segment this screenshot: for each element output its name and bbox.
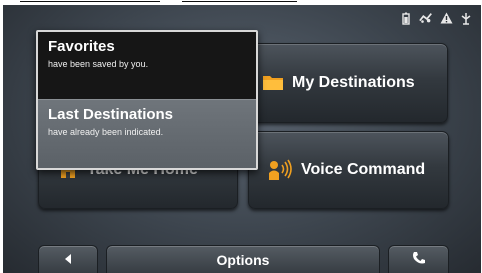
favorites-subtitle: have been saved by you. [48,59,149,69]
voice-command-label: Voice Command [301,161,426,178]
status-bar [399,9,473,27]
phone-icon [411,250,427,269]
options-label: Options [216,251,270,268]
last-destinations-option[interactable]: Last Destinations have already been indi… [38,99,256,168]
battery-icon [399,11,413,25]
back-button[interactable] [38,245,98,273]
last-destinations-title: Last Destinations [48,106,174,123]
voice-icon [267,159,293,181]
last-destinations-subtitle: have already been indicated. [48,127,164,137]
favorites-title: Favorites [48,38,115,55]
voice-command-button[interactable]: Voice Command [248,131,449,209]
alert-icon [439,11,453,25]
folder-icon [262,72,284,94]
antenna-icon [459,11,473,25]
my-destinations-button[interactable]: My Destinations [243,43,448,123]
destinations-popup: Favorites have been saved by you. Last D… [36,30,258,170]
left-arrow-icon [63,252,73,268]
navigation-screen: My Destinations Voice Command Take Me Ho… [3,5,481,273]
signal-icon [419,11,433,25]
call-button[interactable] [388,245,449,273]
my-destinations-label: My Destinations [292,74,415,91]
favorites-option[interactable]: Favorites have been saved by you. [38,32,256,99]
options-button[interactable]: Options [106,245,380,273]
